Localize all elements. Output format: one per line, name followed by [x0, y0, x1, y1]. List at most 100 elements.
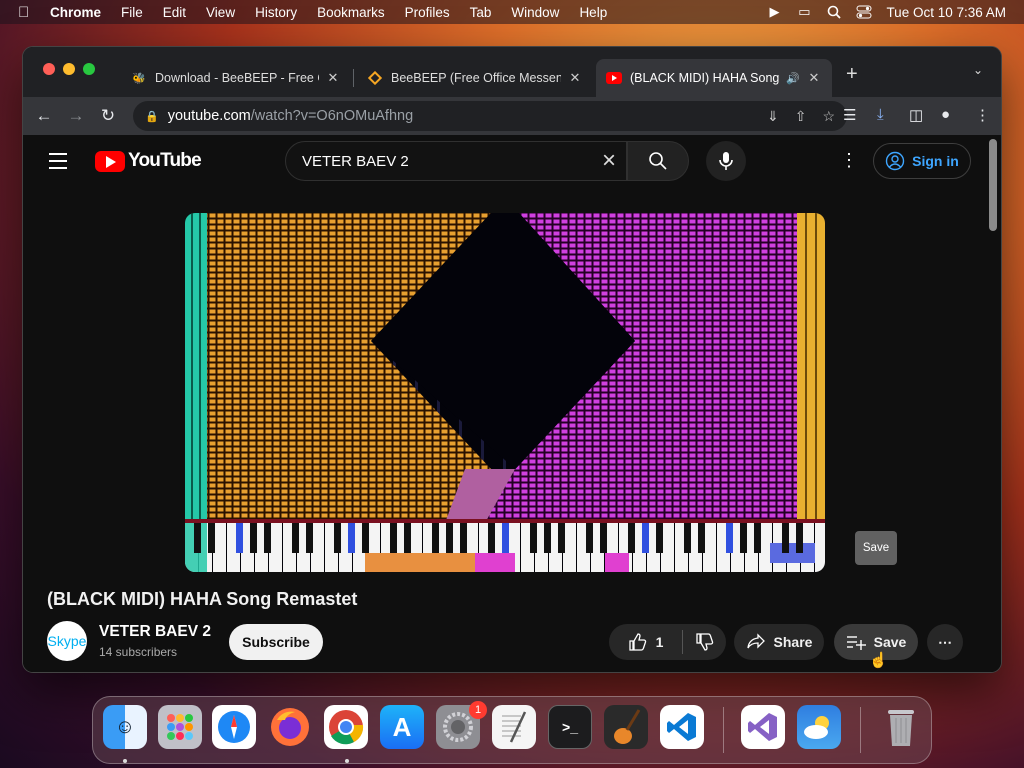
share-page-icon[interactable]: ⇧ [795, 108, 807, 125]
tab-beebeep-messenger[interactable]: BeeBEEP (Free Office Messen ✕ [357, 59, 593, 97]
control-center-icon[interactable] [856, 5, 872, 19]
sign-in-label: Sign in [912, 153, 959, 169]
back-arrow-icon[interactable]: ← [33, 105, 55, 127]
video-title: (BLACK MIDI) HAHA Song Remastet [47, 589, 358, 609]
chrome-window: 🐝 Download - BeeBEEP - Free O ✕ BeeBEEP … [22, 46, 1002, 673]
chrome-menu-icon[interactable]: ⋮ [975, 106, 990, 124]
launchpad-icon[interactable] [158, 705, 202, 749]
youtube-page: YouTube VETER BAEV 2 × ⋮ Sign in Save (B… [23, 135, 1001, 672]
menu-file[interactable]: File [121, 5, 143, 20]
thumbs-down-icon [695, 633, 713, 651]
macos-dock: ☺ A 1 >_ [92, 696, 932, 764]
channel-avatar[interactable]: Skype [47, 621, 87, 661]
voice-search-button[interactable] [706, 141, 746, 181]
media-control-icon[interactable]: ☰ [843, 106, 856, 124]
sign-in-button[interactable]: Sign in [873, 143, 971, 179]
firefox-icon[interactable] [268, 705, 312, 749]
thumbs-up-icon [628, 633, 646, 651]
subscriber-count: 14 subscribers [99, 645, 178, 659]
search-input[interactable]: VETER BAEV 2 × [285, 141, 627, 181]
tab-beebeep-download[interactable]: 🐝 Download - BeeBEEP - Free O ✕ [121, 59, 351, 97]
minimize-window-button[interactable] [63, 63, 75, 75]
like-dislike-group: 1 [609, 624, 726, 660]
hamburger-menu-icon[interactable] [49, 153, 67, 174]
side-panel-icon[interactable]: ◫ [909, 106, 923, 124]
share-arrow-icon [746, 633, 765, 649]
zoom-window-button[interactable] [83, 63, 95, 75]
weather-icon[interactable] [797, 705, 841, 749]
dislike-button[interactable] [683, 632, 726, 652]
menu-app-name[interactable]: Chrome [50, 5, 101, 20]
profile-icon[interactable]: ● [941, 106, 950, 123]
spotlight-search-icon[interactable] [826, 5, 842, 19]
menu-window[interactable]: Window [511, 5, 559, 20]
now-playing-icon[interactable]: ▶ [766, 4, 782, 19]
safari-icon[interactable] [212, 705, 256, 749]
lock-icon[interactable]: 🔒 [145, 110, 159, 123]
more-actions-icon[interactable]: ⋯ [927, 624, 963, 660]
forward-arrow-icon[interactable]: → [65, 105, 87, 127]
tab-strip: 🐝 Download - BeeBEEP - Free O ✕ BeeBEEP … [23, 47, 1001, 97]
menu-bookmarks[interactable]: Bookmarks [317, 5, 385, 20]
finder-icon[interactable]: ☺ [103, 705, 147, 749]
vscode-icon[interactable] [660, 705, 704, 749]
reload-icon[interactable]: ↻ [97, 105, 119, 127]
settings-kebab-icon[interactable]: ⋮ [840, 151, 858, 169]
install-app-icon[interactable]: ⇓ [767, 108, 779, 125]
speaker-icon[interactable]: 🔊 [786, 72, 800, 85]
beebeep-diamond-icon [367, 70, 383, 86]
like-button[interactable]: 1 [609, 630, 683, 654]
tab-title: Download - BeeBEEP - Free O [155, 71, 319, 85]
youtube-play-icon [95, 150, 125, 172]
menu-view[interactable]: View [206, 5, 235, 20]
menu-tab[interactable]: Tab [470, 5, 492, 20]
share-button[interactable]: Share [734, 624, 824, 660]
tab-youtube-active[interactable]: (BLACK MIDI) HAHA Song 🔊 ✕ [596, 59, 832, 97]
playlist-add-icon [846, 636, 866, 650]
url-host: youtube.com [167, 108, 251, 124]
menu-edit[interactable]: Edit [163, 5, 186, 20]
trash-icon[interactable] [879, 705, 923, 749]
channel-name[interactable]: VETER BAEV 2 [99, 623, 211, 641]
clear-search-icon[interactable]: × [602, 148, 616, 174]
macos-menubar:  Chrome File Edit View History Bookmark… [0, 0, 1024, 24]
close-tab-icon[interactable]: ✕ [567, 70, 583, 86]
tab-title: BeeBEEP (Free Office Messen [391, 71, 561, 85]
search-button[interactable] [627, 141, 689, 181]
bookmark-star-icon[interactable]: ☆ [822, 108, 835, 125]
menu-profiles[interactable]: Profiles [405, 5, 450, 20]
garageband-icon[interactable] [604, 705, 648, 749]
youtube-logo[interactable]: YouTube [95, 150, 202, 172]
share-label: Share [773, 634, 813, 650]
window-controls [43, 63, 95, 75]
save-tooltip: Save [855, 531, 897, 565]
url-path: /watch?v=O6nOMuAfhng [250, 108, 414, 124]
terminal-icon[interactable]: >_ [548, 705, 592, 749]
menu-history[interactable]: History [255, 5, 297, 20]
textedit-icon[interactable] [492, 705, 536, 749]
tab-search-chevron-icon[interactable]: ⌄ [973, 63, 983, 77]
beebeep-bee-icon: 🐝 [132, 72, 146, 85]
video-player[interactable] [185, 213, 825, 572]
downloads-icon[interactable]: ⤓ [877, 106, 884, 123]
visual-studio-icon[interactable] [741, 705, 785, 749]
avatar-text: Skype [47, 633, 87, 649]
subscribe-button[interactable]: Subscribe [229, 624, 323, 660]
tab-title: (BLACK MIDI) HAHA Song [630, 71, 780, 85]
youtube-logo-text: YouTube [128, 150, 202, 171]
apple-menu-icon[interactable]:  [18, 4, 36, 21]
screen-mirroring-icon[interactable]: ▭ [796, 4, 812, 19]
menu-help[interactable]: Help [579, 5, 607, 20]
close-tab-icon[interactable]: ✕ [806, 70, 822, 86]
browser-toolbar: ← → ↻ 🔒 youtube.com/watch?v=O6nOMuAfhng … [23, 97, 1001, 135]
new-tab-icon[interactable]: + [846, 63, 858, 86]
close-tab-icon[interactable]: ✕ [325, 70, 341, 86]
close-window-button[interactable] [43, 63, 55, 75]
page-scrollbar[interactable] [989, 139, 997, 231]
address-bar[interactable]: 🔒 youtube.com/watch?v=O6nOMuAfhng ⇓ ⇧ ☆ [133, 101, 847, 131]
app-store-icon[interactable]: A [380, 705, 424, 749]
chrome-icon[interactable] [324, 705, 368, 749]
menubar-clock[interactable]: Tue Oct 10 7:36 AM [886, 5, 1006, 20]
search-icon [649, 152, 667, 170]
video-frame-black-midi [185, 213, 825, 572]
